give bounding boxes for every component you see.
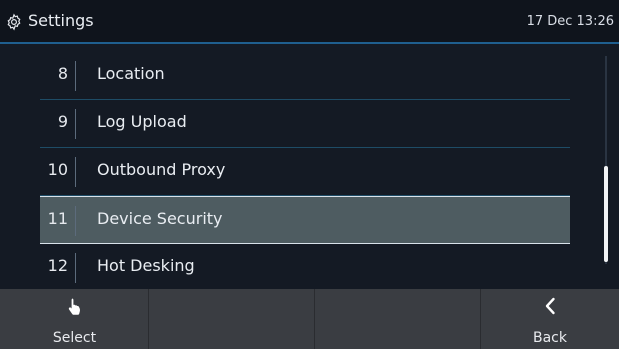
hand-pointer-icon bbox=[68, 298, 80, 315]
empty-softkey-2[interactable] bbox=[149, 289, 315, 349]
menu-item-label: Location bbox=[97, 64, 165, 83]
menu-item-location[interactable]: 8 Location bbox=[40, 52, 570, 100]
menu-item-hot-desking[interactable]: 12 Hot Desking bbox=[40, 244, 570, 292]
page-title: Settings bbox=[28, 11, 94, 30]
scrollbar-thumb[interactable] bbox=[604, 166, 608, 262]
date-time: 17 Dec 13:26 bbox=[526, 14, 614, 29]
menu-item-device-security[interactable]: 11 Device Security bbox=[40, 196, 570, 244]
settings-menu-list: 8 Location 9 Log Upload 10 Outbound Prox… bbox=[40, 52, 570, 292]
select-softkey[interactable]: Select bbox=[0, 289, 149, 349]
menu-item-number: 10 bbox=[47, 160, 68, 179]
menu-item-number: 11 bbox=[47, 209, 68, 228]
menu-item-number: 12 bbox=[47, 256, 68, 275]
menu-item-label: Device Security bbox=[97, 209, 223, 228]
menu-item-label: Log Upload bbox=[97, 112, 187, 131]
header-bar: Settings 17 Dec 13:26 bbox=[0, 0, 619, 44]
divider bbox=[75, 109, 76, 139]
menu-item-label: Outbound Proxy bbox=[97, 160, 226, 179]
menu-item-log-upload[interactable]: 9 Log Upload bbox=[40, 100, 570, 148]
menu-item-number: 9 bbox=[57, 112, 68, 131]
divider bbox=[75, 253, 76, 283]
divider bbox=[75, 61, 76, 91]
softkey-bar: Select Back bbox=[0, 289, 619, 349]
empty-softkey-3[interactable] bbox=[315, 289, 481, 349]
menu-item-number: 8 bbox=[57, 64, 68, 83]
softkey-label: Select bbox=[52, 330, 97, 346]
chevron-left-icon bbox=[545, 297, 555, 315]
menu-item-label: Hot Desking bbox=[97, 256, 195, 275]
menu-item-outbound-proxy[interactable]: 10 Outbound Proxy bbox=[40, 148, 570, 196]
divider bbox=[75, 157, 76, 187]
softkey-label: Back bbox=[533, 330, 567, 346]
gear-icon bbox=[7, 13, 21, 31]
back-softkey[interactable]: Back bbox=[481, 289, 619, 349]
divider bbox=[75, 206, 76, 236]
